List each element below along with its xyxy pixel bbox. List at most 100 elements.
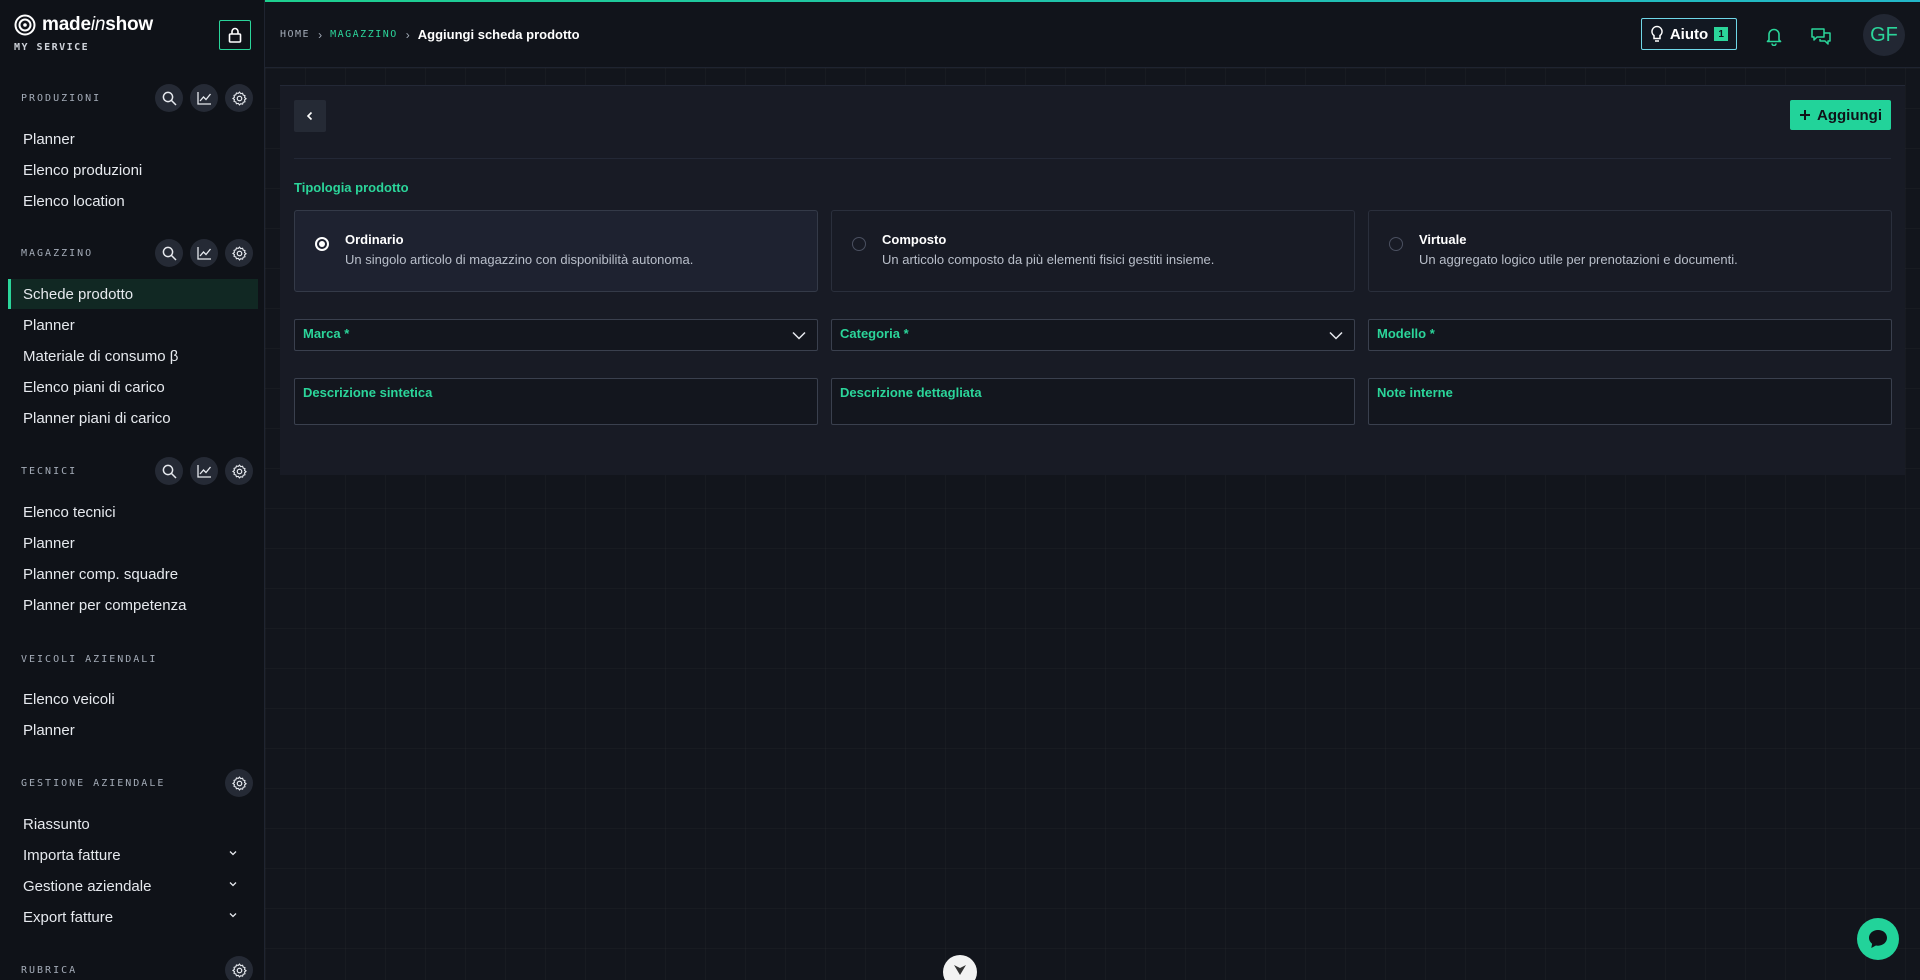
sidebar-item-planner-comp-squadre[interactable]: Planner comp. squadre xyxy=(8,559,258,589)
section-veicoli: VEICOLI AZIENDALI xyxy=(21,644,253,674)
sidebar-item-planner-veicoli[interactable]: Planner xyxy=(8,715,258,745)
descrizione-dettagliata-label: Descrizione dettagliata xyxy=(840,385,982,400)
chevron-left-icon xyxy=(306,111,313,121)
breadcrumb-separator-icon: › xyxy=(318,27,323,42)
marca-select[interactable]: Marca * xyxy=(294,319,818,351)
help-bulb-icon xyxy=(1651,25,1663,42)
sidebar-item-label: Export fatture xyxy=(23,908,114,926)
brand[interactable]: madeinshow MY SERVICE xyxy=(14,14,153,53)
sidebar-item-planner-magazzino[interactable]: Planner xyxy=(8,310,258,340)
radio-selected[interactable] xyxy=(315,237,329,251)
breadcrumb-current: Aggiungi scheda prodotto xyxy=(417,27,580,42)
sidebar-item-label: Importa fatture xyxy=(23,846,121,864)
sidebar-item-planner-piani-carico[interactable]: Planner piani di carico xyxy=(8,403,258,433)
chevron-down-icon xyxy=(229,851,237,856)
search-button[interactable] xyxy=(155,457,183,485)
sidebar-item-export-fatture[interactable]: Export fatture xyxy=(8,902,258,932)
section-title: PRODUZIONI xyxy=(21,92,102,104)
type-description: Un articolo composto da più elementi fis… xyxy=(882,252,1215,267)
chevron-down-icon xyxy=(792,331,806,340)
breadcrumb-magazzino[interactable]: MAGAZZINO xyxy=(330,29,398,40)
sidebar-item-gestione-aziendale[interactable]: Gestione aziendale xyxy=(8,871,258,901)
chart-trend-icon xyxy=(196,247,211,260)
section-produzioni: PRODUZIONI xyxy=(21,83,253,113)
modello-label: Modello * xyxy=(1377,326,1435,341)
gear-icon xyxy=(231,463,247,479)
sidebar-item-schede-prodotto[interactable]: Schede prodotto xyxy=(8,279,258,309)
sidebar-item-importa-fatture[interactable]: Importa fatture xyxy=(8,840,258,870)
settings-button[interactable] xyxy=(225,769,253,797)
section-title: RUBRICA xyxy=(21,964,78,976)
section-title: VEICOLI AZIENDALI xyxy=(21,653,158,665)
chat-icon xyxy=(1869,930,1887,948)
arrow-down-icon xyxy=(954,965,966,975)
sidebar-item-label: Gestione aziendale xyxy=(23,877,152,895)
settings-button[interactable] xyxy=(225,956,253,980)
sidebar-item-riassunto[interactable]: Riassunto xyxy=(8,809,258,839)
settings-button[interactable] xyxy=(225,84,253,112)
descrizione-dettagliata-input[interactable]: Descrizione dettagliata xyxy=(831,378,1355,425)
main-content: Aggiungi Tipologia prodotto Ordinario Un… xyxy=(265,68,1920,980)
sidebar-item-planner-competenza[interactable]: Planner per competenza xyxy=(8,590,258,620)
radio-unselected[interactable] xyxy=(852,237,866,251)
type-option-composto[interactable]: Composto Un articolo composto da più ele… xyxy=(831,210,1355,292)
lock-sidebar-button[interactable] xyxy=(219,20,251,50)
settings-button[interactable] xyxy=(225,457,253,485)
stats-button[interactable] xyxy=(190,457,218,485)
section-title: GESTIONE AZIENDALE xyxy=(21,777,166,789)
section-tecnici: TECNICI xyxy=(21,456,253,486)
search-button[interactable] xyxy=(155,84,183,112)
chevron-down-icon xyxy=(1329,331,1343,340)
top-bar: HOME › MAGAZZINO › Aggiungi scheda prodo… xyxy=(265,2,1920,68)
marca-label: Marca * xyxy=(303,326,350,341)
add-label: Aggiungi xyxy=(1817,106,1882,124)
categoria-select[interactable]: Categoria * xyxy=(831,319,1355,351)
sidebar-item-materiale-consumo[interactable]: Materiale di consumo β xyxy=(8,341,258,371)
breadcrumb-home[interactable]: HOME xyxy=(280,29,310,40)
chart-trend-icon xyxy=(196,465,211,478)
settings-button[interactable] xyxy=(225,239,253,267)
type-title: Composto xyxy=(882,232,947,247)
section-magazzino: MAGAZZINO xyxy=(21,238,253,268)
stats-button[interactable] xyxy=(190,239,218,267)
modello-input[interactable]: Modello * xyxy=(1368,319,1892,351)
brand-logo-icon xyxy=(14,14,36,36)
sidebar-item-planner-produzioni[interactable]: Planner xyxy=(8,124,258,154)
divider xyxy=(294,158,1891,159)
product-form-card: Aggiungi Tipologia prodotto Ordinario Un… xyxy=(280,85,1905,475)
section-gestione-aziendale: GESTIONE AZIENDALE xyxy=(21,768,253,798)
descrizione-sintetica-input[interactable]: Descrizione sintetica xyxy=(294,378,818,425)
notifications-button[interactable] xyxy=(1762,24,1786,48)
sidebar-item-elenco-piani-carico[interactable]: Elenco piani di carico xyxy=(8,372,258,402)
sidebar-item-planner-tecnici[interactable]: Planner xyxy=(8,528,258,558)
help-button[interactable]: Aiuto 1 xyxy=(1641,18,1737,50)
avatar[interactable]: GF xyxy=(1863,14,1905,56)
back-button[interactable] xyxy=(294,100,326,132)
section-title: TECNICI xyxy=(21,465,78,477)
type-description: Un singolo articolo di magazzino con dis… xyxy=(345,252,694,267)
descrizione-sintetica-label: Descrizione sintetica xyxy=(303,385,433,400)
sidebar-item-elenco-tecnici[interactable]: Elenco tecnici xyxy=(8,497,258,527)
support-chat-button[interactable] xyxy=(1857,918,1899,960)
sidebar-item-elenco-location[interactable]: Elenco location xyxy=(8,186,258,216)
search-button[interactable] xyxy=(155,239,183,267)
add-button[interactable]: Aggiungi xyxy=(1790,100,1891,130)
messages-button[interactable] xyxy=(1809,24,1833,48)
search-icon xyxy=(162,91,177,106)
lock-icon xyxy=(228,27,242,43)
note-interne-input[interactable]: Note interne xyxy=(1368,378,1892,425)
brand-name: madeinshow xyxy=(42,14,153,35)
note-interne-label: Note interne xyxy=(1377,385,1453,400)
type-option-ordinario[interactable]: Ordinario Un singolo articolo di magazzi… xyxy=(294,210,818,292)
section-title: MAGAZZINO xyxy=(21,247,94,259)
sidebar-item-elenco-produzioni[interactable]: Elenco produzioni xyxy=(8,155,258,185)
plus-icon xyxy=(1800,110,1811,120)
type-option-virtuale[interactable]: Virtuale Un aggregato logico utile per p… xyxy=(1368,210,1892,292)
stats-button[interactable] xyxy=(190,84,218,112)
sidebar: madeinshow MY SERVICE PRODUZIONI Planner… xyxy=(0,0,265,980)
radio-unselected[interactable] xyxy=(1389,237,1403,251)
chat-bubbles-icon xyxy=(1811,28,1831,45)
sidebar-item-elenco-veicoli[interactable]: Elenco veicoli xyxy=(8,684,258,714)
chart-trend-icon xyxy=(196,92,211,105)
bell-icon xyxy=(1766,28,1782,46)
